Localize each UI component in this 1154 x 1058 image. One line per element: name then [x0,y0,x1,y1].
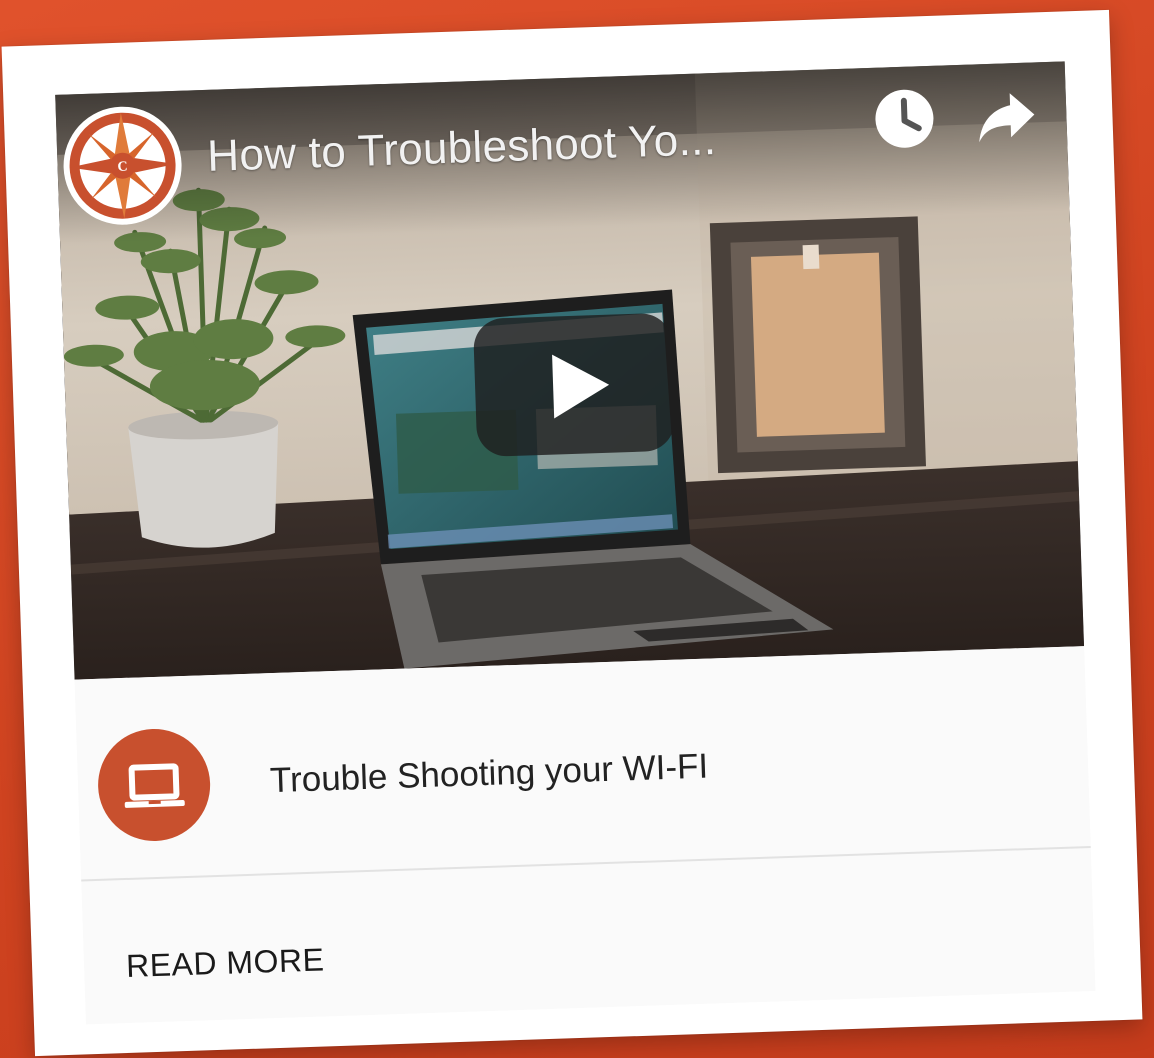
video-player[interactable]: C How to Troubleshoot Yo... [55,61,1085,680]
card-content: C How to Troubleshoot Yo... Trouble Shoo… [55,61,1096,1025]
logo-letter: C [117,160,128,175]
clock-icon [875,89,934,148]
share-arrow-icon [979,93,1035,143]
read-more-button[interactable]: READ MORE [126,941,325,985]
post-title[interactable]: Trouble Shooting your WI-FI [269,747,708,802]
laptop-icon [124,763,185,808]
compass-logo-icon: C [69,112,176,219]
category-avatar [96,727,212,843]
watch-later-button[interactable] [871,86,937,152]
share-button[interactable] [973,84,1039,150]
post-card: C How to Troubleshoot Yo... Trouble Shoo… [1,9,1143,1057]
play-button[interactable] [472,312,676,458]
channel-logo[interactable]: C [61,104,184,227]
play-icon [552,352,611,419]
post-info-row[interactable]: Trouble Shooting your WI-FI [74,646,1091,880]
